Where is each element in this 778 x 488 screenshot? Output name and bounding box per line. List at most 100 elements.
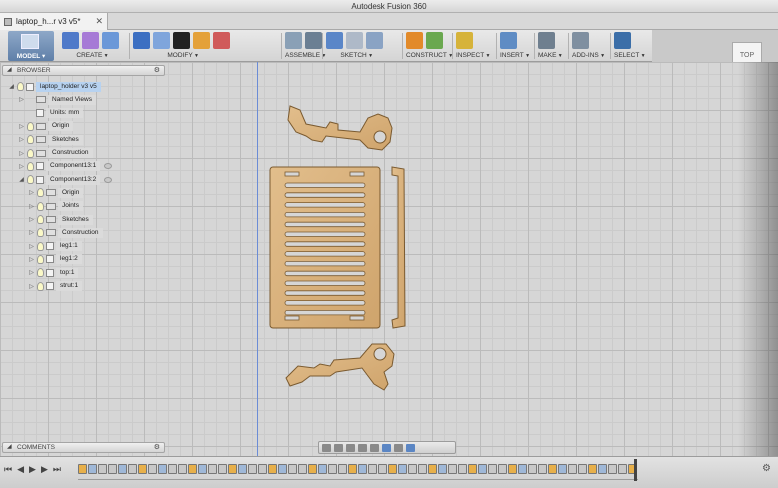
activate-component-icon[interactable] [104, 163, 113, 170]
timeline-feature-icon[interactable] [98, 464, 107, 474]
modify-tool-icon-2[interactable] [153, 32, 170, 49]
timeline-feature-icon[interactable] [438, 464, 447, 474]
expand-arrow-icon[interactable]: ▷ [18, 136, 25, 143]
visibility-bulb-icon[interactable] [37, 228, 44, 238]
toolbar-menu-insert[interactable]: INSERT ▼ [500, 52, 530, 59]
close-tab-icon[interactable]: ✕ [95, 16, 103, 27]
visibility-bulb-icon[interactable] [27, 175, 34, 185]
timeline-feature-icon[interactable] [288, 464, 297, 474]
timeline-feature-icon[interactable] [188, 464, 197, 474]
browser-node[interactable]: ▷ Joints [28, 201, 83, 212]
browser-node[interactable]: ◢ Component13:2 [18, 174, 113, 185]
select-tool-icon-1[interactable] [614, 32, 631, 49]
timeline-feature-icon[interactable] [218, 464, 227, 474]
timeline-feature-icon[interactable] [208, 464, 217, 474]
go-to-end-icon[interactable]: ⏭ [53, 464, 61, 475]
toolbar-menu-modify[interactable]: MODIFY ▼ [167, 52, 199, 59]
document-tab[interactable]: laptop_h...r v3 v5* ✕ [0, 13, 108, 30]
timeline-feature-icon[interactable] [398, 464, 407, 474]
collapse-arrow-icon[interactable]: ◢ [7, 66, 12, 75]
expand-arrow-icon[interactable]: ◢ [7, 443, 12, 452]
browser-node[interactable]: ▷ Component13:1 [18, 161, 113, 172]
timeline-feature-icon[interactable] [278, 464, 287, 474]
create-tool-icon-1[interactable] [62, 32, 79, 49]
timeline-feature-icon[interactable] [268, 464, 277, 474]
timeline-feature-icon[interactable] [178, 464, 187, 474]
visibility-bulb-icon[interactable] [27, 148, 34, 158]
make-tool-icon-1[interactable] [538, 32, 555, 49]
timeline-feature-icon[interactable] [128, 464, 137, 474]
timeline-feature-icon[interactable] [358, 464, 367, 474]
sketch-tool-icon-3[interactable] [366, 32, 383, 49]
toolbar-menu-construct[interactable]: CONSTRUCT ▼ [406, 52, 453, 59]
timeline-feature-icon[interactable] [168, 464, 177, 474]
step-forward-icon[interactable]: ▶ [41, 464, 48, 475]
timeline-settings-icon[interactable]: ⚙ [762, 463, 771, 474]
timeline-feature-icon[interactable] [608, 464, 617, 474]
expand-arrow-icon[interactable]: ▷ [28, 229, 35, 236]
timeline-feature-icon[interactable] [298, 464, 307, 474]
timeline-feature-icon[interactable] [198, 464, 207, 474]
toolbar-menu-inspect[interactable]: INSPECT ▼ [456, 52, 491, 59]
sketch-tool-icon-1[interactable] [326, 32, 343, 49]
browser-node[interactable]: ▷ Origin [18, 121, 74, 132]
timeline-feature-icon[interactable] [238, 464, 247, 474]
visibility-bulb-icon[interactable] [27, 161, 34, 171]
insert-tool-icon-1[interactable] [500, 32, 517, 49]
visibility-bulb-icon[interactable] [27, 135, 34, 145]
browser-node[interactable]: ▷ Sketches [18, 134, 83, 145]
timeline-feature-icon[interactable] [378, 464, 387, 474]
toolbar-menu-sketch[interactable]: SKETCH ▼ [340, 52, 373, 59]
expand-arrow-icon[interactable]: ▷ [28, 283, 35, 290]
browser-node[interactable]: ▷ strut:1 [28, 281, 83, 292]
step-back-icon[interactable]: ◀ [17, 464, 24, 475]
sketch-tool-icon-2[interactable] [346, 32, 363, 49]
timeline-feature-icon[interactable] [478, 464, 487, 474]
timeline-feature-icon[interactable] [508, 464, 517, 474]
construct-tool-icon-2[interactable] [426, 32, 443, 49]
visibility-bulb-icon[interactable] [37, 188, 44, 198]
activate-component-icon[interactable] [104, 176, 113, 183]
visibility-bulb-icon[interactable] [37, 268, 44, 278]
toolbar-menu-assemble[interactable]: ASSEMBLE ▼ [285, 52, 326, 59]
expand-arrow-icon[interactable]: ▷ [28, 256, 35, 263]
timeline-feature-icon[interactable] [598, 464, 607, 474]
expand-arrow-icon[interactable]: ▷ [18, 163, 25, 170]
timeline-feature-icon[interactable] [148, 464, 157, 474]
timeline-feature-icon[interactable] [568, 464, 577, 474]
timeline-feature-icon[interactable] [458, 464, 467, 474]
strut-part[interactable] [391, 166, 406, 329]
create-tool-icon-2[interactable] [82, 32, 99, 49]
timeline-feature-icon[interactable] [618, 464, 627, 474]
timeline-feature-icon[interactable] [388, 464, 397, 474]
assemble-tool-icon-2[interactable] [305, 32, 322, 49]
browser-node[interactable]: ◢ laptop_holder v3 v5 [8, 81, 101, 92]
timeline-feature-icon[interactable] [88, 464, 97, 474]
modify-tool-icon-4[interactable] [193, 32, 210, 49]
timeline-feature-icon[interactable] [158, 464, 167, 474]
timeline-feature-icon[interactable] [258, 464, 267, 474]
browser-node[interactable]: ▷ Sketches [28, 214, 93, 225]
timeline-feature-icon[interactable] [308, 464, 317, 474]
pan-icon[interactable] [346, 443, 355, 452]
collapse-arrow-icon[interactable]: ◢ [18, 176, 25, 183]
timeline-feature-icon[interactable] [248, 464, 257, 474]
timeline-feature-icon[interactable] [418, 464, 427, 474]
timeline-feature-icon[interactable] [558, 464, 567, 474]
play-icon[interactable]: ▶ [29, 464, 36, 475]
construct-tool-icon-1[interactable] [406, 32, 423, 49]
browser-header[interactable]: ◢ BROWSER ⚙ [2, 65, 165, 76]
timeline-feature-icon[interactable] [488, 464, 497, 474]
zoom-icon[interactable] [358, 443, 367, 452]
visibility-bulb-icon[interactable] [27, 121, 34, 131]
browser-node[interactable]: ▷ Origin [28, 187, 84, 198]
timeline-feature-icon[interactable] [348, 464, 357, 474]
expand-arrow-icon[interactable]: ▷ [28, 243, 35, 250]
orbit-icon[interactable] [322, 443, 331, 452]
browser-node[interactable]: ▷ leg1:1 [28, 241, 82, 252]
fit-icon[interactable] [370, 443, 379, 452]
toolbar-menu-add-ins[interactable]: ADD-INS ▼ [572, 52, 605, 59]
assemble-tool-icon-1[interactable] [285, 32, 302, 49]
timeline-feature-icon[interactable] [448, 464, 457, 474]
visibility-bulb-icon[interactable] [37, 241, 44, 251]
